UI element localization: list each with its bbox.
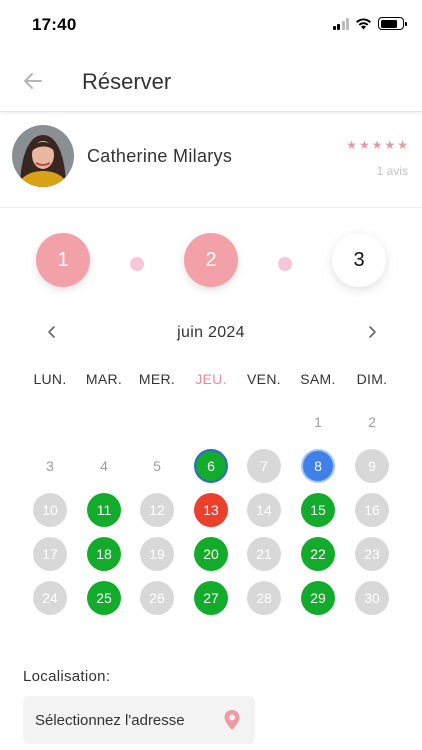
rating-stars: ★ ★ ★ ★ ★ (346, 139, 408, 151)
calendar-day: 28 (247, 581, 281, 615)
month-label: juin 2024 (177, 324, 245, 341)
calendar-day: 1 (314, 414, 322, 430)
weekday-label: MER. (138, 371, 176, 387)
back-button[interactable] (20, 68, 46, 94)
provider-card: Catherine Milarys ★ ★ ★ ★ ★ 1 avis (0, 120, 422, 208)
reviews-count: 1 avis (376, 164, 408, 178)
star-icon: ★ (346, 138, 357, 152)
calendar-day[interactable]: 11 (87, 493, 121, 527)
weekday-label: JEU. (195, 371, 227, 387)
calendar-day: 9 (355, 449, 389, 483)
step-connector-dot (130, 257, 144, 271)
weekday-label: DIM. (356, 371, 388, 387)
calendar-day: 23 (355, 537, 389, 571)
calendar-day: 7 (247, 449, 281, 483)
star-icon: ★ (384, 138, 396, 152)
app-header: Réserver (0, 52, 422, 112)
star-icon: ★ (397, 138, 408, 152)
calendar-day[interactable]: 8 (301, 449, 335, 483)
calendar-day: 17 (33, 537, 67, 571)
calendar-day: 30 (355, 581, 389, 615)
star-icon: ★ (358, 138, 370, 152)
calendar-day: 3 (46, 458, 54, 474)
calendar-day: 5 (153, 458, 161, 474)
wifi-icon (356, 18, 371, 30)
weekday-label: SAM. (300, 371, 336, 387)
next-month-button[interactable] (362, 322, 382, 342)
calendar-day[interactable]: 13 (194, 493, 228, 527)
status-time: 17:40 (32, 15, 77, 34)
avatar (12, 125, 74, 187)
signal-icon (332, 17, 349, 30)
star-icon: ★ (371, 138, 383, 152)
calendar-day[interactable]: 18 (87, 537, 121, 571)
location-label: Localisation: (23, 668, 111, 685)
calendar-day: 19 (140, 537, 174, 571)
calendar-day: 4 (100, 458, 108, 474)
page-title: Réserver (82, 69, 172, 94)
status-icons (332, 17, 407, 30)
calendar-day: 10 (33, 493, 67, 527)
step-1: 1 (36, 233, 90, 287)
month-navigation: juin 2024 (0, 318, 422, 348)
calendar-day[interactable]: 29 (301, 581, 335, 615)
arrow-left-icon (24, 73, 42, 89)
calendar-day: 24 (33, 581, 67, 615)
calendar-day[interactable]: 25 (87, 581, 121, 615)
calendar-day[interactable]: 6 (194, 449, 228, 483)
battery-icon (378, 17, 407, 30)
status-bar: 17:40 (0, 0, 422, 50)
step-2: 2 (184, 233, 238, 287)
chevron-right-icon (369, 326, 376, 338)
calendar-day[interactable]: 20 (194, 537, 228, 571)
calendar-day: 2 (368, 414, 376, 430)
address-placeholder: Sélectionnez l'adresse (35, 712, 185, 729)
step-3: 3 (332, 233, 386, 287)
calendar-day[interactable]: 22 (301, 537, 335, 571)
step-connector-dot (278, 257, 292, 271)
provider-name: Catherine Milarys (87, 146, 233, 166)
weekday-label: VEN. (247, 371, 281, 387)
calendar-day: 12 (140, 493, 174, 527)
location-pin-icon (224, 710, 240, 730)
calendar-day: 14 (247, 493, 281, 527)
calendar-day: 16 (355, 493, 389, 527)
calendar-day: 21 (247, 537, 281, 571)
select-address-button[interactable]: Sélectionnez l'adresse (23, 696, 255, 744)
calendar-day: 26 (140, 581, 174, 615)
weekday-label: MAR. (85, 371, 123, 387)
weekday-label: LUN. (33, 371, 67, 387)
calendar-day[interactable]: 27 (194, 581, 228, 615)
calendar-day[interactable]: 15 (301, 493, 335, 527)
